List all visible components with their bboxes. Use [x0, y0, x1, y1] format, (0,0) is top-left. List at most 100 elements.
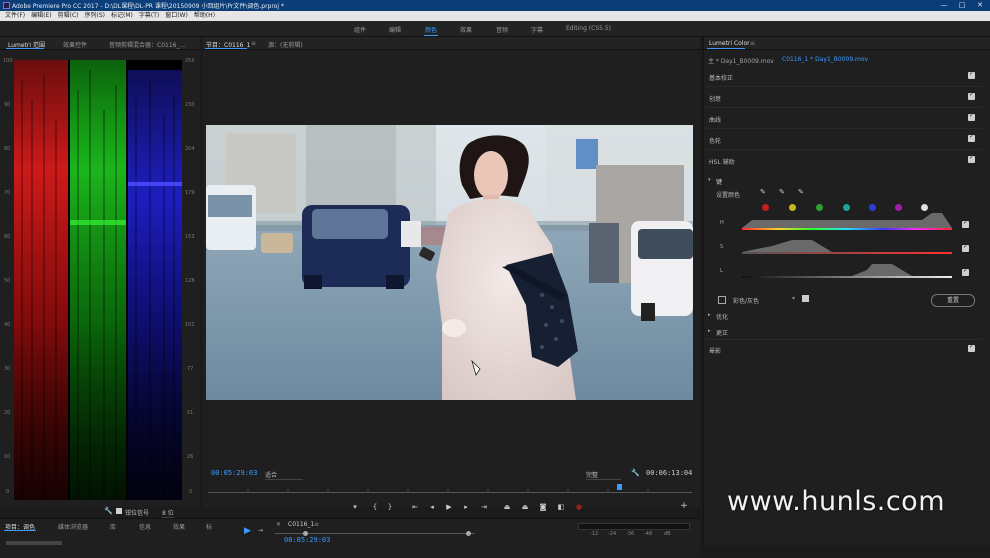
sequence-clip-selector[interactable]: C0116_1 * Day1_B0009.mov — [782, 56, 868, 63]
project-scrollbar[interactable] — [6, 541, 62, 545]
zoom-handle-right[interactable] — [466, 531, 471, 536]
menu-clip[interactable]: 剪辑(C) — [55, 11, 82, 21]
eyedropper-subtract-icon[interactable]: ✎ — [798, 188, 804, 196]
tab-audio-clip-mixer[interactable]: 音频剪辑混合器：C0116_... — [109, 40, 185, 49]
settings-wrench-icon[interactable]: 🔧 — [631, 469, 640, 477]
menu-file[interactable]: 文件(F) — [2, 11, 28, 21]
playback-resolution-dropdown[interactable]: 完整 — [586, 470, 621, 480]
maximize-button[interactable]: □ — [954, 0, 970, 10]
window-title: Adobe Premiere Pro CC 2017 - D:\DL课程\DL-… — [12, 3, 284, 10]
tab-sequence[interactable]: C0116_1 — [288, 521, 314, 528]
workspace-titles[interactable]: 字幕 — [531, 25, 543, 34]
menu-edit[interactable]: 编辑(E) — [28, 11, 54, 21]
step-forward-icon[interactable]: ▸ — [461, 503, 471, 511]
tab-effects[interactable]: 效果 — [173, 522, 185, 531]
menu-window[interactable]: 窗口(W) — [162, 11, 191, 21]
wrench-icon[interactable]: 🔧 — [104, 507, 113, 515]
swatch-white[interactable] — [921, 204, 928, 211]
refine-expand-icon[interactable]: ▸ — [708, 312, 711, 318]
program-current-timecode[interactable]: 00:05:29:03 — [211, 469, 257, 477]
section-color-wheels[interactable]: 色轮 — [706, 129, 982, 150]
record-icon[interactable]: ● — [574, 503, 584, 511]
menu-sequence[interactable]: 序列(S) — [82, 11, 109, 21]
workspace-assembly[interactable]: 组件 — [354, 25, 366, 34]
workspace-effects[interactable]: 效果 — [460, 25, 472, 34]
workspace-editing-cs55[interactable]: Editing (CS5.5) — [566, 25, 611, 32]
color-gray-checkbox[interactable] — [718, 296, 726, 304]
zoom-handle-left[interactable] — [303, 531, 308, 536]
basic-correction-checkbox[interactable] — [968, 70, 975, 79]
section-curves[interactable]: 曲线 — [706, 108, 982, 129]
zoom-fit-dropdown[interactable]: 适合 — [265, 470, 303, 480]
step-back-icon[interactable]: ◂ — [427, 503, 437, 511]
vignette-section[interactable]: 晕影 — [709, 346, 721, 355]
curves-checkbox[interactable] — [968, 112, 975, 121]
tab-libraries[interactable]: 库 — [110, 522, 116, 531]
clamp-checkbox[interactable] — [116, 508, 122, 514]
refine-label[interactable]: 优化 — [716, 312, 728, 321]
workspace-audio[interactable]: 音频 — [496, 25, 508, 34]
go-to-in-icon[interactable]: ⇤ — [410, 503, 420, 511]
creative-checkbox[interactable] — [968, 91, 975, 100]
invert-mask-icon[interactable] — [802, 295, 809, 302]
tab-markers[interactable]: 标 — [206, 522, 212, 531]
export-frame-icon[interactable]: ◙ — [538, 503, 548, 511]
eyedropper-icon[interactable]: ✎ — [760, 188, 766, 196]
hsl-range-sliders[interactable] — [742, 213, 957, 287]
correction-label[interactable]: 更正 — [716, 328, 728, 337]
swatch-magenta[interactable] — [895, 204, 902, 211]
tab-lumetri-color[interactable]: Lumetri Color — [709, 40, 750, 47]
button-editor-icon[interactable]: + — [679, 501, 689, 511]
color-wheels-checkbox[interactable] — [968, 133, 975, 142]
section-basic-correction[interactable]: 基本校正 — [706, 66, 982, 87]
lightness-enable-checkbox[interactable] — [962, 267, 969, 276]
swatch-yellow[interactable] — [789, 204, 796, 211]
timeline-timecode[interactable]: 00:05:29:03 — [284, 536, 330, 544]
swatch-cyan[interactable] — [843, 204, 850, 211]
saturation-enable-checkbox[interactable] — [962, 243, 969, 252]
section-creative[interactable]: 创意 — [706, 87, 982, 108]
section-label: HSL 辅助 — [709, 159, 735, 166]
timeline-play-icon[interactable]: ▶ — [244, 526, 251, 536]
correction-expand-icon[interactable]: ▸ — [708, 328, 711, 334]
extract-icon[interactable]: ⏏ — [520, 503, 530, 511]
go-to-out-icon[interactable]: ⇥ — [479, 503, 489, 511]
mark-in-icon[interactable]: { — [370, 503, 380, 511]
bit-depth-dropdown[interactable]: 8 位 — [162, 508, 174, 518]
hue-enable-checkbox[interactable] — [962, 219, 969, 228]
workspace-editing[interactable]: 编辑 — [389, 25, 401, 34]
reset-button[interactable]: 重置 — [931, 294, 975, 307]
panel-menu-icon[interactable]: ≡ — [750, 40, 755, 47]
eyedropper-add-icon[interactable]: ✎ — [779, 188, 785, 196]
minimize-button[interactable]: — — [936, 0, 952, 10]
swatch-red[interactable] — [762, 204, 769, 211]
mark-out-icon[interactable]: } — [385, 503, 395, 511]
tab-source[interactable]: 源：(无剪辑) — [268, 40, 303, 49]
swatch-green[interactable] — [816, 204, 823, 211]
key-expand-icon[interactable]: ▾ — [708, 177, 711, 183]
swatch-blue[interactable] — [869, 204, 876, 211]
menu-help[interactable]: 帮助(H) — [191, 11, 218, 21]
program-scrubber[interactable] — [208, 484, 692, 493]
vignette-checkbox[interactable] — [968, 343, 975, 352]
panel-menu-icon[interactable]: ≡ — [314, 521, 319, 528]
tab-info[interactable]: 信息 — [139, 522, 151, 531]
workspace-color[interactable]: 颜色 — [425, 25, 437, 34]
comparison-view-icon[interactable]: ◧ — [556, 503, 566, 511]
tab-effect-controls[interactable]: 效果控件 — [63, 40, 87, 49]
lift-icon[interactable]: ⏏ — [502, 503, 512, 511]
color-gray-dropdown-icon[interactable]: ▾ — [792, 295, 795, 302]
play-icon[interactable]: ▶ — [444, 503, 454, 511]
section-hsl-secondary[interactable]: HSL 辅助 — [706, 150, 982, 170]
source-clip-selector[interactable]: 主 * Day1_B0009.mov — [708, 56, 774, 65]
hsl-secondary-checkbox[interactable] — [968, 154, 975, 163]
scope-right-tick: 153 — [185, 234, 195, 240]
panel-menu-icon[interactable]: ≡ — [251, 40, 256, 47]
add-marker-icon[interactable]: ▾ — [350, 503, 360, 511]
timeline-toggle-icon[interactable]: ⇥ — [258, 527, 263, 534]
tab-media-browser[interactable]: 媒体浏览器 — [58, 522, 88, 531]
close-button[interactable]: ✕ — [972, 0, 988, 10]
program-playhead[interactable] — [617, 484, 623, 490]
menu-marker[interactable]: 标记(M) — [108, 11, 136, 21]
menu-title[interactable]: 字幕(T) — [136, 11, 162, 21]
